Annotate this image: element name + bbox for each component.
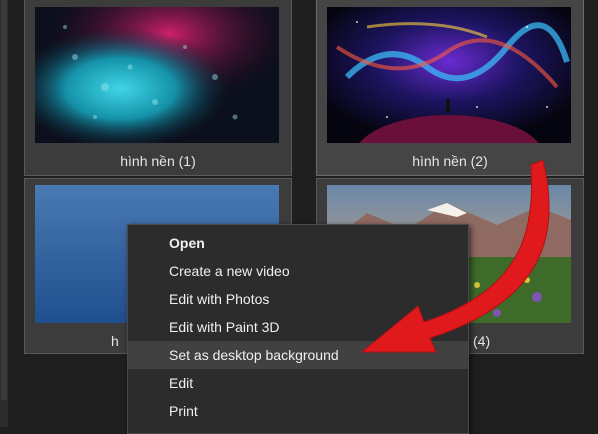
thumbnail-caption: hình nền (2) bbox=[412, 153, 488, 169]
thumbnail-tile-2[interactable]: hình nền (2) bbox=[316, 0, 584, 176]
menu-item-set-desktop-background[interactable]: Set as desktop background bbox=[128, 341, 468, 369]
menu-item-create-video[interactable]: Create a new video bbox=[128, 257, 468, 285]
menu-item-print[interactable]: Print bbox=[128, 397, 468, 425]
menu-item-edit-with-photos[interactable]: Edit with Photos bbox=[128, 285, 468, 313]
scrollbar-thumb[interactable] bbox=[1, 0, 7, 400]
thumbnail-caption: hình nền (1) bbox=[120, 153, 196, 169]
thumbnail-caption: (4) bbox=[473, 333, 491, 349]
menu-item-edit[interactable]: Edit bbox=[128, 369, 468, 397]
context-menu: Open Create a new video Edit with Photos… bbox=[127, 224, 469, 434]
menu-item-open[interactable]: Open bbox=[128, 229, 468, 257]
thumbnail-caption: h bbox=[111, 333, 119, 349]
wallpaper-rain-thumbnail bbox=[35, 7, 279, 143]
thumbnail-tile-1[interactable]: hình nền (1) bbox=[24, 0, 292, 176]
wallpaper-galaxy-thumbnail bbox=[327, 7, 571, 143]
menu-item-edit-with-paint-3d[interactable]: Edit with Paint 3D bbox=[128, 313, 468, 341]
scrollbar[interactable] bbox=[0, 0, 8, 427]
